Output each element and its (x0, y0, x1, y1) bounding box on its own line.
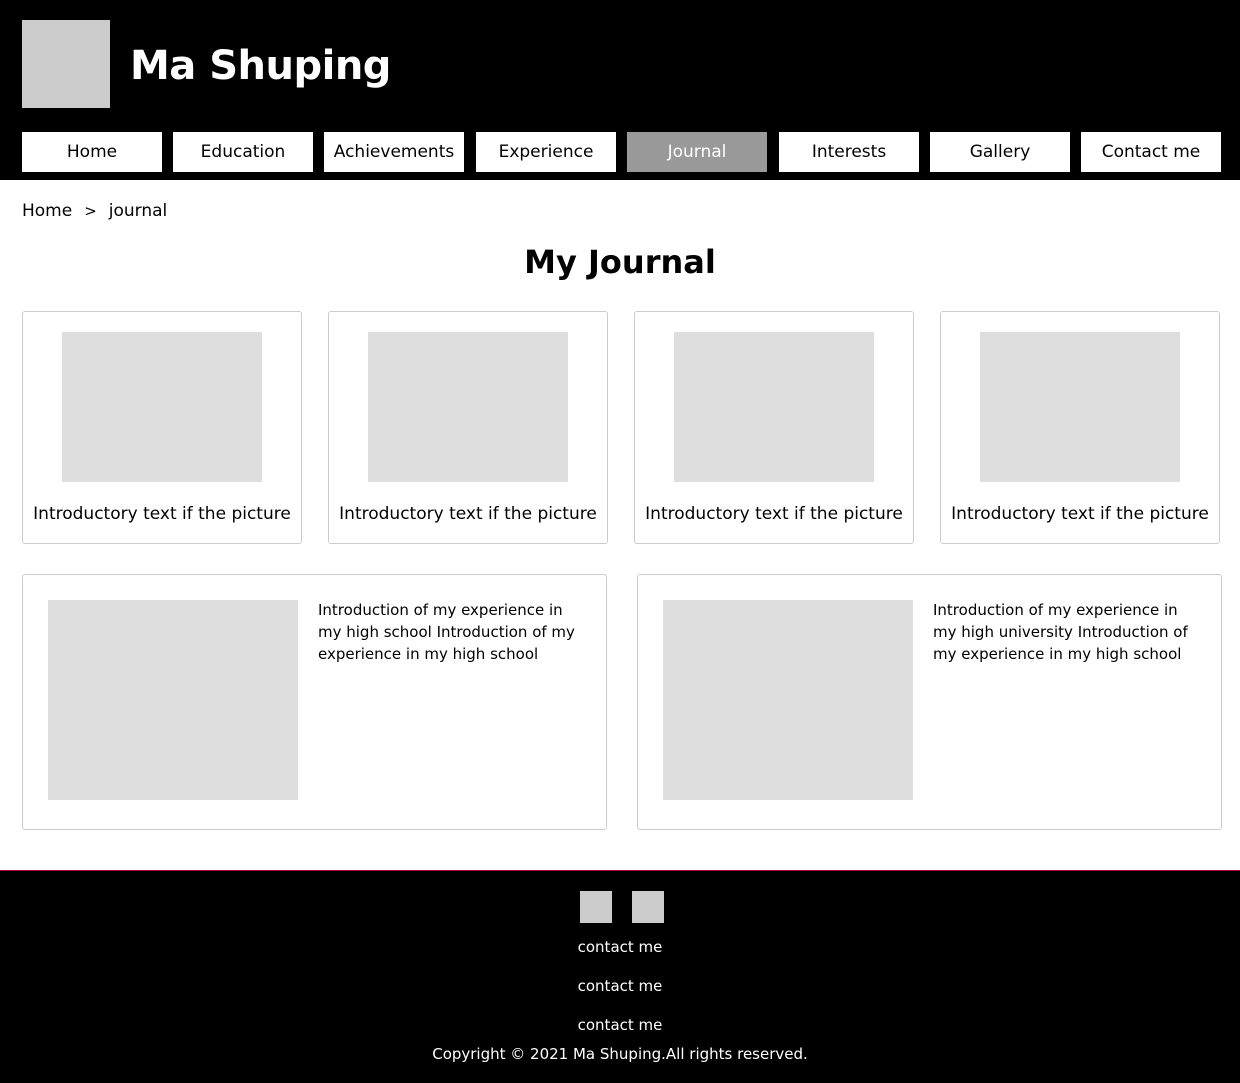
social-icon[interactable] (632, 891, 664, 923)
picture-caption: Introductory text if the picture (339, 504, 597, 524)
logo-image[interactable] (22, 20, 110, 108)
picture-placeholder (980, 332, 1180, 482)
experience-card[interactable]: Introduction of my experience in my high… (22, 574, 607, 830)
breadcrumb: Home > journal (22, 199, 167, 223)
site-header: Ma Shuping Home Education Achievements E… (0, 0, 1240, 180)
site-footer: contact me contact me contact me Copyrig… (0, 870, 1240, 1083)
site-title: Ma Shuping (130, 43, 391, 89)
footer-link-row: contact me (0, 937, 1240, 957)
experience-card[interactable]: Introduction of my experience in my high… (637, 574, 1222, 830)
experience-image-placeholder (663, 600, 913, 800)
experience-text: Introduction of my experience in my high… (318, 601, 575, 663)
picture-placeholder (674, 332, 874, 482)
nav-journal[interactable]: Journal (627, 132, 767, 172)
nav-education[interactable]: Education (173, 132, 313, 172)
social-icon[interactable] (580, 891, 612, 923)
nav-home[interactable]: Home (22, 132, 162, 172)
nav-contact[interactable]: Contact me (1081, 132, 1221, 172)
footer-link-row: contact me (0, 976, 1240, 996)
picture-caption: Introductory text if the picture (951, 504, 1209, 524)
picture-caption: Introductory text if the picture (33, 504, 291, 524)
picture-placeholder (62, 332, 262, 482)
nav-gallery[interactable]: Gallery (930, 132, 1070, 172)
page-title: My Journal (524, 243, 716, 281)
picture-card[interactable]: Introductory text if the picture (634, 311, 914, 544)
main-nav: Home Education Achievements Experience J… (22, 132, 1222, 172)
footer-contact-link[interactable]: contact me (578, 938, 663, 956)
picture-placeholder (368, 332, 568, 482)
breadcrumb-current: journal (108, 201, 168, 221)
experience-image-placeholder (48, 600, 298, 800)
copyright-text: Copyright © 2021 Ma Shuping.All rights r… (432, 1045, 808, 1063)
footer-link-row: contact me (0, 1015, 1240, 1035)
picture-card[interactable]: Introductory text if the picture (328, 311, 608, 544)
breadcrumb-separator: > (84, 202, 97, 220)
experience-text: Introduction of my experience in my high… (933, 601, 1188, 663)
footer-contact-link[interactable]: contact me (578, 1016, 663, 1034)
picture-card[interactable]: Introductory text if the picture (22, 311, 302, 544)
nav-achievements[interactable]: Achievements (324, 132, 464, 172)
nav-interests[interactable]: Interests (779, 132, 919, 172)
nav-experience[interactable]: Experience (476, 132, 616, 172)
breadcrumb-home[interactable]: Home (22, 201, 72, 221)
footer-contact-link[interactable]: contact me (578, 977, 663, 995)
picture-caption: Introductory text if the picture (645, 504, 903, 524)
picture-card[interactable]: Introductory text if the picture (940, 311, 1220, 544)
